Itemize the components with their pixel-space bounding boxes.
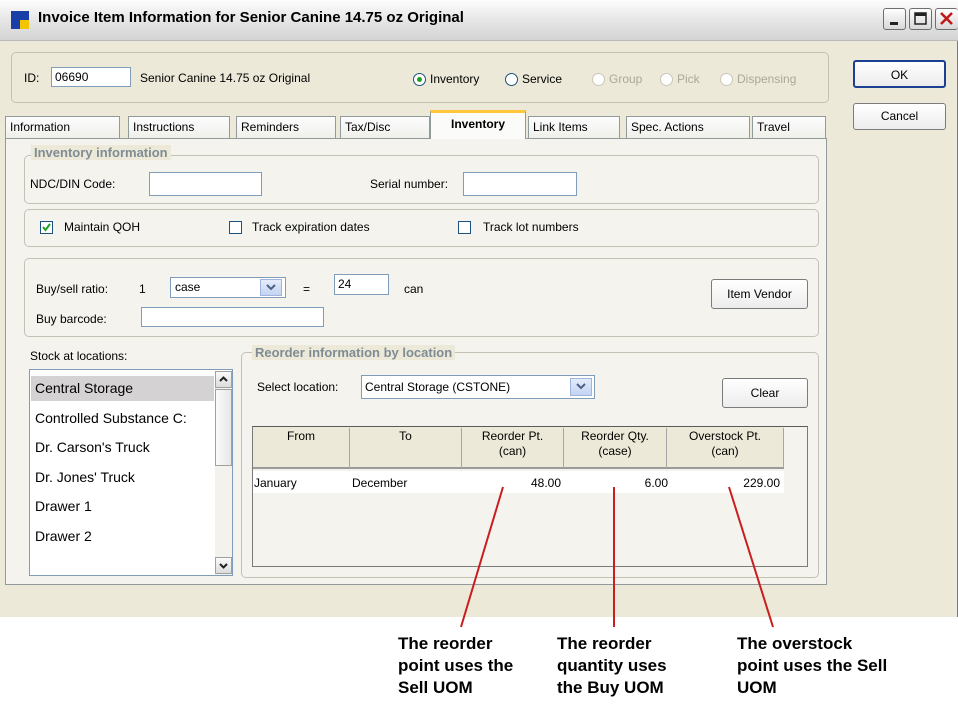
annotation-reorder-point: The reorder point uses the Sell UOM <box>398 634 514 697</box>
callout-lines <box>460 486 774 628</box>
annotation-reorder-quantity: The reorder quantity uses the Buy UOM <box>557 634 667 697</box>
callout-line-overstock-point <box>728 486 774 628</box>
tab-inventory[interactable]: Inventory <box>430 110 526 139</box>
annotation-overstock-point: The overstock point uses the Sell UOM <box>737 634 888 697</box>
callout-line-reorder-point <box>460 486 504 628</box>
